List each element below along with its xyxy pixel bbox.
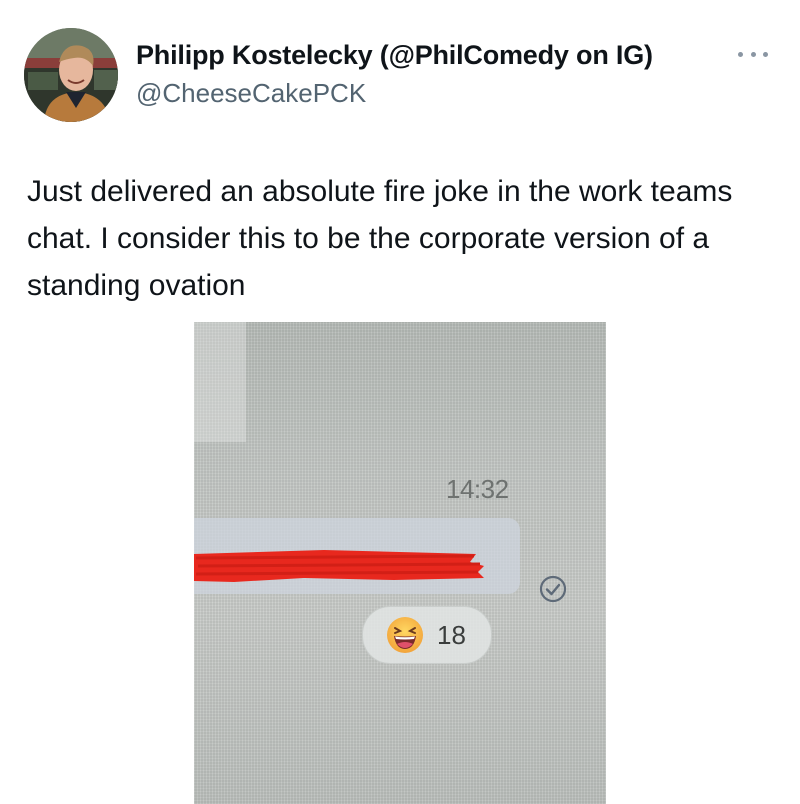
check-circle-icon (539, 575, 567, 603)
more-horizontal-icon-dot (763, 51, 768, 57)
display-name[interactable]: Philipp Kostelecky (@PhilComedy on IG) (136, 38, 653, 72)
avatar[interactable] (24, 28, 118, 122)
reaction-pill[interactable]: 18 (362, 606, 492, 664)
redaction-scribble (194, 550, 484, 582)
reaction-count: 18 (437, 619, 466, 650)
tweet: Philipp Kostelecky (@PhilComedy on IG) @… (0, 0, 800, 804)
laughing-face-emoji-icon (387, 617, 423, 653)
avatar-photo (24, 28, 118, 122)
tweet-media-photo[interactable]: 14:32 18 (194, 322, 606, 804)
more-horizontal-icon (738, 51, 743, 57)
message-timestamp: 14:32 (446, 474, 509, 504)
more-options-button[interactable] (738, 44, 768, 64)
user-handle[interactable]: @CheeseCakePCK (136, 76, 653, 110)
tweet-text: Just delivered an absolute fire joke in … (27, 175, 733, 302)
more-horizontal-icon-dot (750, 51, 756, 57)
screen-glare (194, 322, 246, 442)
tweet-author: Philipp Kostelecky (@PhilComedy on IG) @… (136, 38, 653, 110)
